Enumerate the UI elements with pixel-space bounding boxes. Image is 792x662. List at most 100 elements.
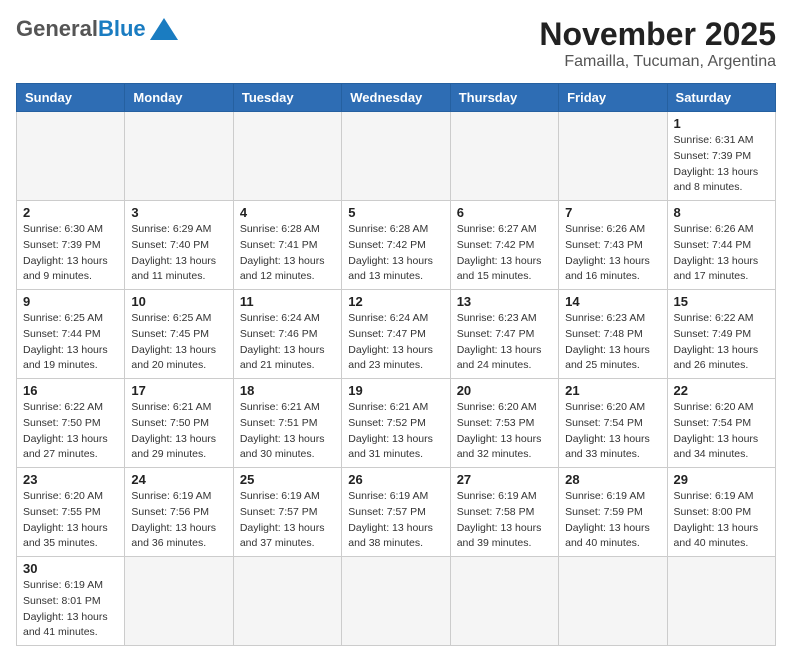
header-tuesday: Tuesday [233,84,341,112]
daylight-label: Daylight: 13 hours and 9 minutes. [23,255,108,283]
day-cell-15: 15Sunrise: 6:22 AMSunset: 7:49 PMDayligh… [667,290,775,379]
sunset-label: Sunset: 7:55 PM [23,506,101,518]
day-info: Sunrise: 6:26 AM Sunset: 7:44 PM Daylight:… [674,222,769,285]
empty-cell [559,112,667,201]
sunset-label: Sunset: 7:45 PM [131,328,209,340]
header-monday: Monday [125,84,233,112]
daylight-label: Daylight: 13 hours and 17 minutes. [674,255,759,283]
day-number: 15 [674,294,769,309]
day-info: Sunrise: 6:19 AMSunset: 7:58 PMDaylight:… [457,489,552,552]
day-number: 30 [23,561,118,576]
day-info: Sunrise: 6:31 AMSunset: 7:39 PMDaylight:… [674,133,769,196]
sunset-label: Sunset: 7:51 PM [240,417,318,429]
day-info: Sunrise: 6:20 AMSunset: 7:54 PMDaylight:… [565,400,660,463]
day-info: Sunrise: 6:29 AMSunset: 7:40 PMDaylight:… [131,222,226,285]
day-number: 14 [565,294,660,309]
sunrise-label: Sunrise: 6:30 AM [23,223,103,235]
daylight-label: Daylight: 13 hours and 11 minutes. [131,255,216,283]
header-sunday: Sunday [17,84,125,112]
sunrise-label: Sunrise: 6:25 AM [23,312,103,324]
day-number: 29 [674,472,769,487]
day-cell-18: 18Sunrise: 6:21 AMSunset: 7:51 PMDayligh… [233,379,341,468]
sunset-label: Sunset: 7:58 PM [457,506,535,518]
day-info: Sunrise: 6:25 AMSunset: 7:44 PMDaylight:… [23,311,118,374]
daylight-label: Daylight: 13 hours and 25 minutes. [565,344,650,372]
sunset-label: Sunset: 7:49 PM [674,328,752,340]
sunrise-label: Sunrise: 6:22 AM [23,401,103,413]
header-wednesday: Wednesday [342,84,450,112]
weekday-header-row: Sunday Monday Tuesday Wednesday Thursday… [17,84,776,112]
calendar-row: 9 Sunrise: 6:25 AM Sunset: 7:44 PM Daylight… [17,290,776,379]
sunset-label: Sunset: 7:46 PM [240,328,318,340]
sunset-label: Sunset: 7:53 PM [457,417,535,429]
day-cell-17: 17 Sunrise: 6:21 AM Sunset: 7:50 PM Dayligh… [125,379,233,468]
calendar-row: 16Sunrise: 6:22 AMSunset: 7:50 PMDayligh… [17,379,776,468]
daylight-label: Daylight: 13 hours and 21 minutes. [240,344,325,372]
empty-cell [342,112,450,201]
day-number: 17 [131,383,226,398]
sunrise-label: Sunrise: 6:19 AM [240,490,320,502]
sunset-label: Sunset: 7:47 PM [457,328,535,340]
day-cell-3: 3 Sunrise: 6:29 AMSunset: 7:40 PMDaylight… [125,201,233,290]
sunset-label: Sunset: 7:59 PM [565,506,643,518]
day-info: Sunrise: 6:21 AMSunset: 7:51 PMDaylight:… [240,400,335,463]
day-info: Sunrise: 6:19 AMSunset: 7:59 PMDaylight:… [565,489,660,552]
day-cell-21: 21Sunrise: 6:20 AMSunset: 7:54 PMDayligh… [559,379,667,468]
day-info: Sunrise: 6:26 AMSunset: 7:43 PMDaylight:… [565,222,660,285]
sunrise-label: Sunrise: 6:29 AM [131,223,211,235]
day-number: 26 [348,472,443,487]
day-info: Sunrise: 6:19 AMSunset: 8:01 PMDaylight:… [23,578,118,641]
empty-cell [17,112,125,201]
empty-cell [450,112,558,201]
sunrise-label: Sunrise: 6:21 AM [240,401,320,413]
sunrise-label: Sunrise: 6:19 AM [23,579,103,591]
day-number: 18 [240,383,335,398]
daylight-label: Daylight: 13 hours and 24 minutes. [457,344,542,372]
month-title: November 2025 [539,16,776,53]
day-cell-13: 13Sunrise: 6:23 AMSunset: 7:47 PMDayligh… [450,290,558,379]
daylight-label: Daylight: 13 hours and 34 minutes. [674,433,759,461]
sunrise-label: Sunrise: 6:28 AM [240,223,320,235]
day-number: 23 [23,472,118,487]
day-number: 4 [240,205,335,220]
day-number: 27 [457,472,552,487]
day-number: 24 [131,472,226,487]
day-cell-12: 12Sunrise: 6:24 AMSunset: 7:47 PMDayligh… [342,290,450,379]
logo: General Blue [16,16,178,42]
empty-cell [233,112,341,201]
daylight-label: Daylight: 13 hours and 37 minutes. [240,522,325,550]
sunset-label: Sunset: 7:44 PM [674,239,752,251]
empty-cell [125,112,233,201]
day-cell-5: 5Sunrise: 6:28 AMSunset: 7:42 PMDaylight… [342,201,450,290]
sunrise-label: Sunrise: 6:26 AM [674,223,754,235]
day-cell-24: 24 Sunrise: 6:19 AMSunset: 7:56 PMDayligh… [125,468,233,557]
day-cell-10: 10Sunrise: 6:25 AMSunset: 7:45 PMDayligh… [125,290,233,379]
day-cell-14: 14Sunrise: 6:23 AMSunset: 7:48 PMDayligh… [559,290,667,379]
sunrise-label: Sunrise: 6:22 AM [674,312,754,324]
day-number: 5 [348,205,443,220]
daylight-label: Daylight: 13 hours and 31 minutes. [348,433,433,461]
sunset-label: Sunset: 7:50 PM [131,417,209,429]
sunrise-label: Sunrise: 6:20 AM [23,490,103,502]
day-info: Sunrise: 6:19 AMSunset: 8:00 PMDaylight:… [674,489,769,552]
day-number: 13 [457,294,552,309]
sunrise-label: Sunrise: 6:19 AM [674,490,754,502]
day-cell-2: 2Sunrise: 6:30 AMSunset: 7:39 PMDaylight… [17,201,125,290]
sunrise-label: Sunrise: 6:21 AM [131,401,211,413]
day-number: 10 [131,294,226,309]
day-info: Sunrise: 6:19 AMSunset: 7:56 PMDaylight:… [131,489,226,552]
sunset-label: Sunset: 7:57 PM [240,506,318,518]
logo-general: General [16,16,98,42]
day-number: 22 [674,383,769,398]
sunset-label: Sunset: 7:44 PM [23,328,101,340]
day-number: 9 [23,294,118,309]
sunset-label: Sunset: 8:01 PM [23,595,101,607]
daylight-label: Daylight: 13 hours and 38 minutes. [348,522,433,550]
sunset-label: Sunset: 7:54 PM [565,417,643,429]
daylight-label: Daylight: 13 hours and 29 minutes. [131,433,216,461]
header-thursday: Thursday [450,84,558,112]
day-cell-1: 1Sunrise: 6:31 AMSunset: 7:39 PMDaylight… [667,112,775,201]
day-cell-25: 25Sunrise: 6:19 AMSunset: 7:57 PMDayligh… [233,468,341,557]
day-number: 3 [131,205,226,220]
day-info: Sunrise: 6:24 AMSunset: 7:47 PMDaylight:… [348,311,443,374]
